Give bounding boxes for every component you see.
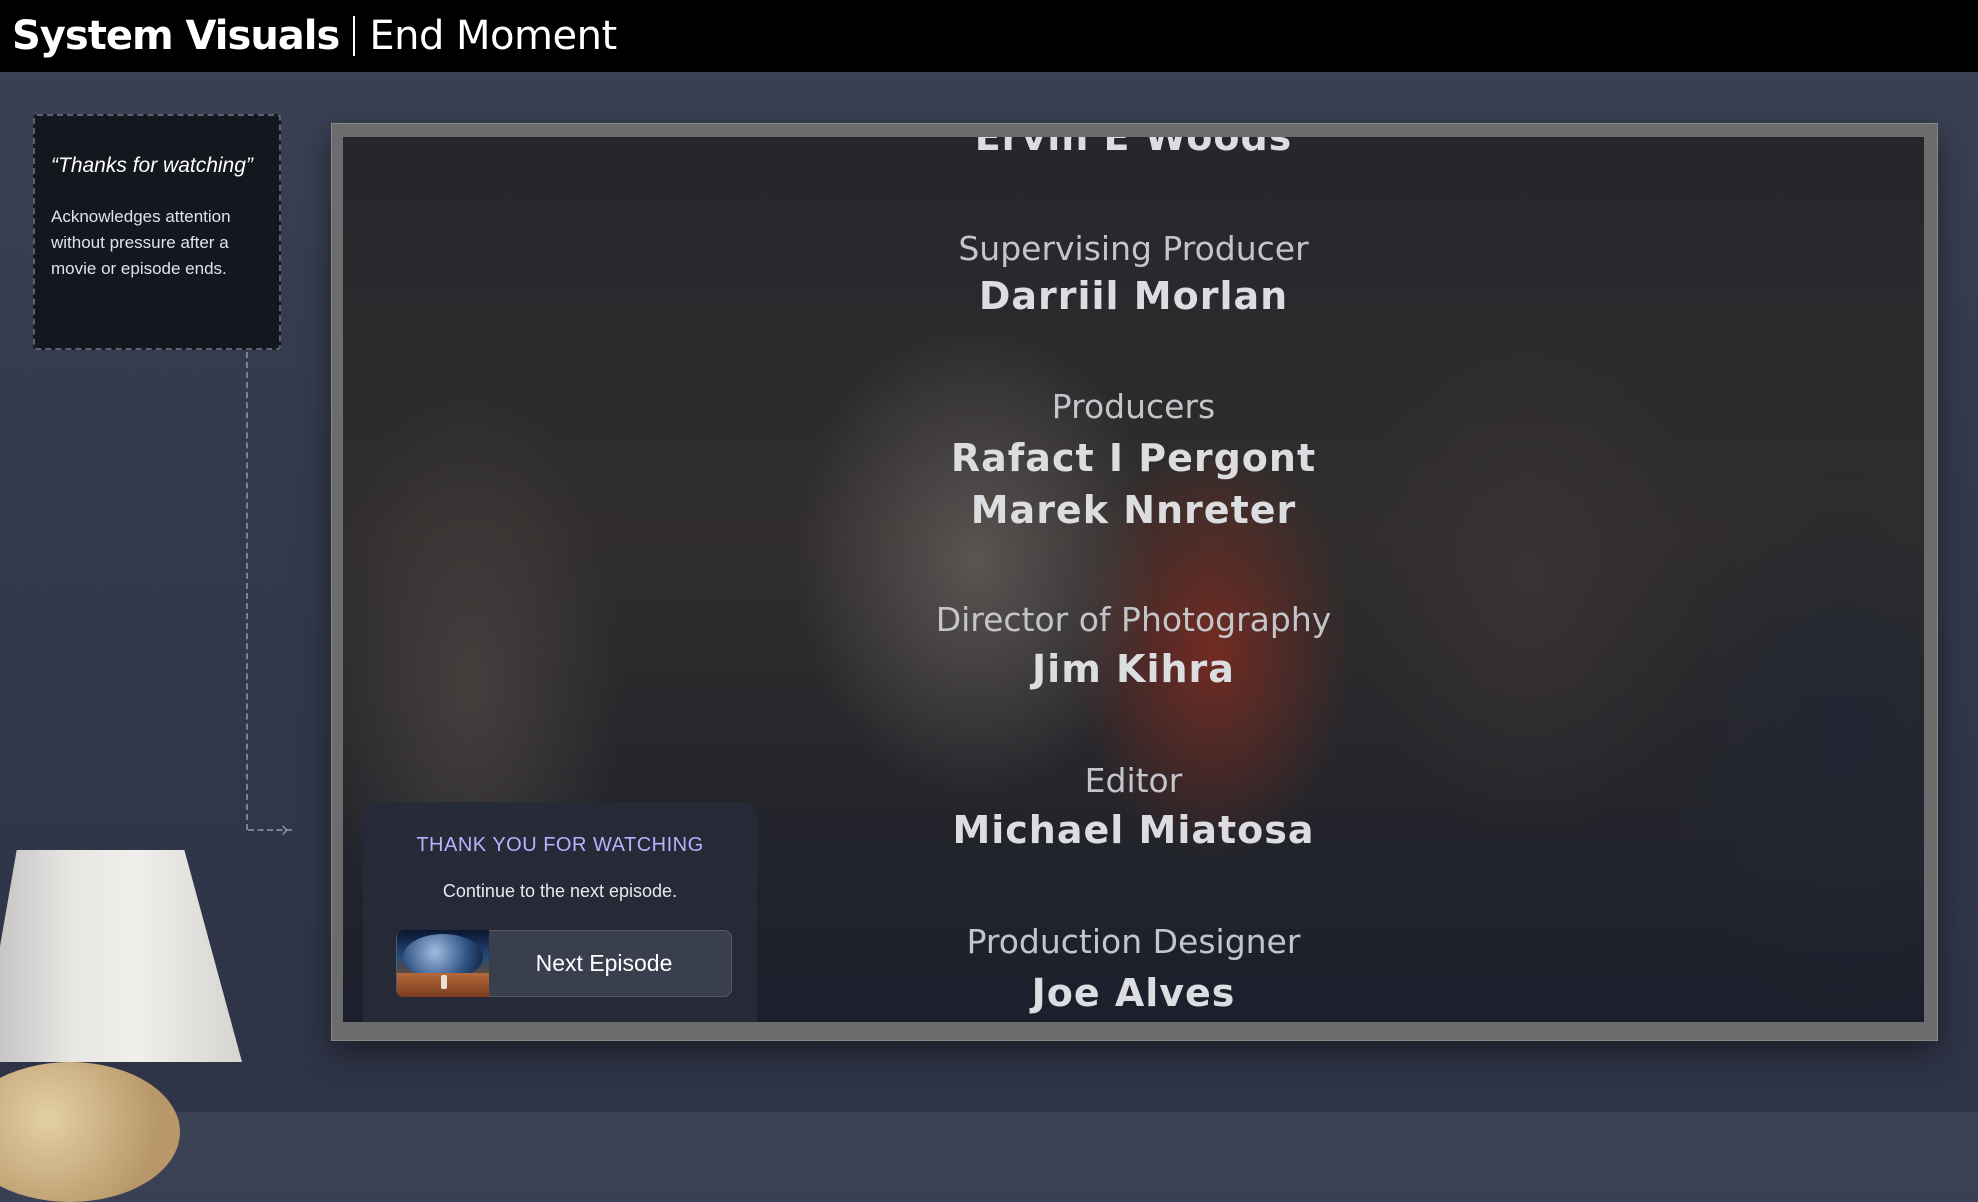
astronaut-icon	[441, 975, 447, 989]
credit-name: Marek Nnreter	[970, 488, 1297, 532]
credit-name: Darriil Morlan	[978, 274, 1289, 318]
credit-name: Jim Kihra	[1032, 647, 1235, 691]
annotation-connector	[246, 352, 248, 830]
credit-name: Ervin E Woods	[974, 137, 1293, 159]
annotation-note: “Thanks for watching” Acknowledges atten…	[33, 114, 281, 350]
brand-title: System Visuals	[12, 13, 340, 59]
annotation-body: Acknowledges attention without pressure …	[51, 207, 231, 278]
end-card-subtext: Continue to the next episode.	[442, 881, 678, 901]
lamp-base	[0, 1062, 180, 1202]
episode-thumbnail	[397, 930, 489, 997]
end-card-heading: THANK YOU FOR WATCHING	[416, 834, 704, 856]
credit-role: Editor	[1084, 761, 1183, 800]
credit-role: Producers	[1051, 387, 1216, 426]
arrow-right-icon: ›	[281, 816, 289, 841]
credit-block: Supervising Producer Darriil Morlan	[343, 229, 1924, 318]
tv-frame: Ervin E Woods Supervising Producer Darri…	[331, 123, 1938, 1041]
top-bar: System Visuals End Moment	[0, 0, 1978, 72]
credit-role: Supervising Producer	[958, 229, 1309, 268]
next-episode-label: Next Episode	[535, 950, 673, 976]
tv-screen: Ervin E Woods Supervising Producer Darri…	[343, 137, 1924, 1022]
lamp-shade	[0, 850, 242, 1062]
end-moment-card: THANK YOU FOR WATCHING Continue to the n…	[363, 802, 757, 1022]
annotation-title: “Thanks for watching”	[51, 154, 253, 177]
credit-block: Ervin E Woods	[343, 137, 1924, 159]
credit-block: Producers Rafact I Pergont Marek Nnreter	[343, 387, 1924, 532]
next-episode-button[interactable]: Next Episode	[396, 930, 732, 997]
page-subtitle: End Moment	[369, 13, 617, 59]
credit-name: Rafact I Pergont	[950, 436, 1317, 480]
credit-role: Director of Photography	[935, 600, 1332, 639]
title-divider	[353, 16, 356, 56]
credit-block: Director of Photography Jim Kihra	[343, 600, 1924, 691]
